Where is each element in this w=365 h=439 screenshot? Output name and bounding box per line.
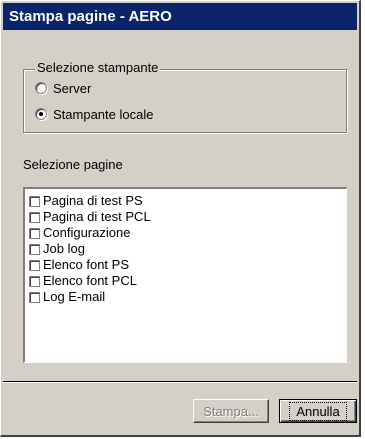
checkbox-icon[interactable]	[29, 259, 40, 271]
page-selection-list[interactable]: Pagina di test PS Pagina di test PCL Con…	[23, 187, 347, 363]
radio-local-printer[interactable]: Stampante locale	[35, 105, 153, 123]
print-pages-dialog: Stampa pagine - AERO Selezione stampante…	[0, 0, 361, 437]
window-title: Stampa pagine - AERO	[3, 3, 357, 30]
list-item-label: Elenco font PCL	[43, 273, 137, 288]
radio-server-label: Server	[53, 80, 92, 96]
checkbox-icon[interactable]	[29, 227, 40, 239]
list-item-label: Pagina di test PS	[43, 193, 143, 208]
radio-button-icon	[35, 82, 47, 94]
divider	[3, 381, 357, 383]
radio-server[interactable]: Server	[35, 79, 91, 97]
list-item-label: Job log	[43, 241, 85, 256]
radio-local-printer-label: Stampante locale	[53, 106, 154, 122]
list-item[interactable]: Configurazione	[29, 225, 346, 241]
printer-selection-legend: Selezione stampante	[35, 60, 161, 75]
checkbox-icon[interactable]	[29, 211, 40, 223]
list-item[interactable]: Elenco font PCL	[29, 273, 346, 289]
checkbox-icon[interactable]	[29, 243, 40, 255]
checkbox-icon[interactable]	[29, 195, 40, 207]
list-item[interactable]: Pagina di test PCL	[29, 209, 346, 225]
list-item[interactable]: Pagina di test PS	[29, 193, 346, 209]
list-item-label: Log E-mail	[43, 289, 106, 304]
cancel-button-label: Annulla	[289, 401, 347, 421]
radio-button-selected-icon	[35, 108, 47, 120]
list-item-label: Elenco font PS	[43, 257, 129, 272]
list-item[interactable]: Job log	[29, 241, 346, 257]
checkbox-icon[interactable]	[29, 275, 40, 287]
list-item-label: Configurazione	[43, 225, 131, 240]
list-item[interactable]: Elenco font PS	[29, 257, 346, 273]
print-button[interactable]: Stampa...	[193, 399, 269, 423]
list-item[interactable]: Log E-mail	[29, 289, 346, 305]
list-item-label: Pagina di test PCL	[43, 209, 151, 224]
cancel-button[interactable]: Annulla	[279, 399, 357, 423]
page-selection-label: Selezione pagine	[23, 157, 123, 172]
checkbox-icon[interactable]	[29, 291, 40, 303]
